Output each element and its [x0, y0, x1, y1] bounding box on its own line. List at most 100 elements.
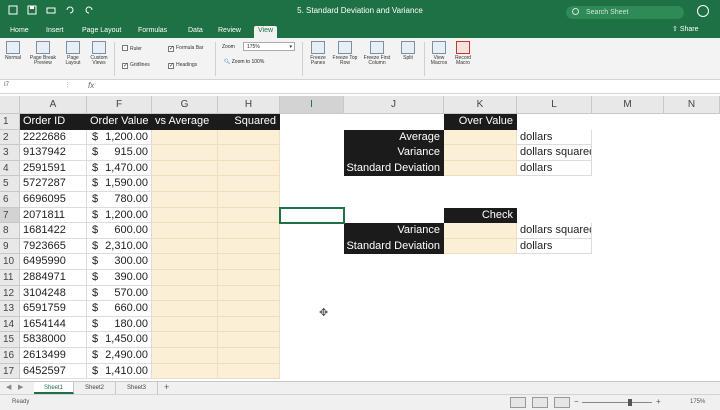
- scroll-left-icon[interactable]: ◀: [6, 383, 11, 391]
- page-layout-view-icon[interactable]: [532, 397, 548, 408]
- header-order-id[interactable]: Order ID: [20, 114, 87, 130]
- order-id-cell[interactable]: 2613499: [20, 348, 87, 364]
- squared-cell[interactable]: [218, 332, 280, 348]
- vs-average-cell[interactable]: [152, 192, 218, 208]
- order-id-cell[interactable]: 6591759: [20, 301, 87, 317]
- check-variance-value-cell[interactable]: [444, 223, 517, 239]
- row-header[interactable]: 2: [0, 129, 20, 146]
- unit-dollars[interactable]: dollars: [517, 129, 592, 146]
- row-header[interactable]: 5: [0, 176, 20, 192]
- order-value-cell[interactable]: $660.00: [87, 301, 152, 317]
- order-id-cell[interactable]: 2884971: [20, 270, 87, 286]
- order-value-cell[interactable]: $2,490.00: [87, 348, 152, 364]
- zoom-to-100-button[interactable]: 🔍︎ Zoom to 100%: [224, 59, 264, 65]
- label-check-standard-deviation[interactable]: Standard Deviation: [344, 238, 444, 255]
- unit-check-stdev[interactable]: dollars: [517, 238, 592, 255]
- variance-value-cell[interactable]: [444, 145, 517, 161]
- scroll-right-icon[interactable]: ▶: [18, 383, 23, 391]
- header-check[interactable]: Check: [444, 207, 517, 224]
- squared-cell[interactable]: [218, 192, 280, 208]
- sheet-tab-sheet2[interactable]: Sheet2: [74, 382, 116, 394]
- active-cell-selection[interactable]: [279, 206, 345, 225]
- custom-views-button[interactable]: Custom Views: [88, 41, 110, 66]
- vs-average-cell[interactable]: [152, 176, 218, 192]
- column-header-m[interactable]: M: [592, 96, 664, 114]
- squared-cell[interactable]: [218, 363, 280, 380]
- row-header[interactable]: 9: [0, 238, 20, 255]
- squared-cell[interactable]: [218, 207, 280, 224]
- vs-average-cell[interactable]: [152, 238, 218, 255]
- freeze-panes-button[interactable]: Freeze Panes: [306, 41, 330, 66]
- add-sheet-button[interactable]: +: [164, 382, 169, 392]
- row-header[interactable]: 3: [0, 145, 20, 161]
- vs-average-cell[interactable]: [152, 301, 218, 317]
- order-value-cell[interactable]: $570.00: [87, 285, 152, 302]
- order-value-cell[interactable]: $2,310.00: [87, 238, 152, 255]
- vs-average-cell[interactable]: [152, 332, 218, 348]
- order-value-cell[interactable]: $300.00: [87, 254, 152, 270]
- column-header-k[interactable]: K: [444, 96, 517, 114]
- page-layout-view-button[interactable]: Page Layout: [62, 41, 84, 66]
- column-header-n[interactable]: N: [664, 96, 720, 114]
- column-header-i[interactable]: I: [280, 96, 344, 114]
- squared-cell[interactable]: [218, 285, 280, 302]
- vs-average-cell[interactable]: [152, 363, 218, 380]
- label-check-variance[interactable]: Variance: [344, 223, 444, 239]
- vs-average-cell[interactable]: [152, 145, 218, 161]
- zoom-in-icon[interactable]: +: [656, 397, 661, 406]
- order-id-cell[interactable]: 1654144: [20, 316, 87, 333]
- split-button[interactable]: Split: [398, 41, 418, 61]
- stdev-value-cell[interactable]: [444, 160, 517, 177]
- order-id-cell[interactable]: 9137942: [20, 145, 87, 161]
- squared-cell[interactable]: [218, 316, 280, 333]
- vs-average-cell[interactable]: [152, 270, 218, 286]
- row-header[interactable]: 15: [0, 332, 20, 348]
- label-standard-deviation[interactable]: Standard Deviation: [344, 160, 444, 177]
- header-over-value[interactable]: Over Value: [444, 114, 517, 130]
- order-value-cell[interactable]: $1,470.00: [87, 160, 152, 177]
- tab-home[interactable]: Home: [10, 26, 29, 38]
- order-value-cell[interactable]: $1,200.00: [87, 207, 152, 224]
- order-id-cell[interactable]: 6696095: [20, 192, 87, 208]
- zoom-slider[interactable]: [582, 402, 652, 403]
- order-id-cell[interactable]: 3104248: [20, 285, 87, 302]
- zoom-out-icon[interactable]: −: [574, 397, 579, 406]
- name-box[interactable]: I7: [4, 82, 60, 92]
- vs-average-cell[interactable]: [152, 316, 218, 333]
- order-id-cell[interactable]: 2591591: [20, 160, 87, 177]
- squared-cell[interactable]: [218, 160, 280, 177]
- column-header-f[interactable]: F: [87, 96, 152, 114]
- squared-cell[interactable]: [218, 348, 280, 364]
- row-header[interactable]: 11: [0, 270, 20, 286]
- page-break-view-icon[interactable]: [554, 397, 570, 408]
- row-header[interactable]: 4: [0, 160, 20, 177]
- row-header[interactable]: 8: [0, 223, 20, 239]
- column-header-j[interactable]: J: [344, 96, 444, 114]
- column-header-g[interactable]: G: [152, 96, 218, 114]
- average-value-cell[interactable]: [444, 129, 517, 146]
- order-id-cell[interactable]: 5727287: [20, 176, 87, 192]
- vs-average-cell[interactable]: [152, 223, 218, 239]
- record-macro-button[interactable]: Record Macro: [452, 41, 474, 66]
- formula-bar-checkbox[interactable]: Formula Bar: [168, 45, 204, 52]
- zoom-slider-handle[interactable]: [628, 399, 632, 406]
- tab-view[interactable]: View: [254, 26, 278, 38]
- squared-cell[interactable]: [218, 223, 280, 239]
- tab-insert[interactable]: Insert: [46, 26, 64, 38]
- order-id-cell[interactable]: 2071811: [20, 207, 87, 224]
- unit-dollars-squared[interactable]: dollars squared: [517, 145, 592, 161]
- row-header[interactable]: 13: [0, 301, 20, 317]
- row-header[interactable]: 14: [0, 316, 20, 333]
- unit-dollars[interactable]: dollars: [517, 160, 592, 177]
- check-stdev-value-cell[interactable]: [444, 238, 517, 255]
- sheet-tab-sheet1[interactable]: Sheet1: [34, 382, 74, 394]
- column-header-h[interactable]: H: [218, 96, 280, 114]
- order-id-cell[interactable]: 6495990: [20, 254, 87, 270]
- row-header[interactable]: 16: [0, 348, 20, 364]
- tab-page-layout[interactable]: Page Layout: [82, 26, 121, 38]
- label-average[interactable]: Average: [344, 129, 444, 146]
- squared-cell[interactable]: [218, 270, 280, 286]
- search-input[interactable]: Search Sheet: [566, 6, 684, 19]
- order-value-cell[interactable]: $915.00: [87, 145, 152, 161]
- vs-average-cell[interactable]: [152, 285, 218, 302]
